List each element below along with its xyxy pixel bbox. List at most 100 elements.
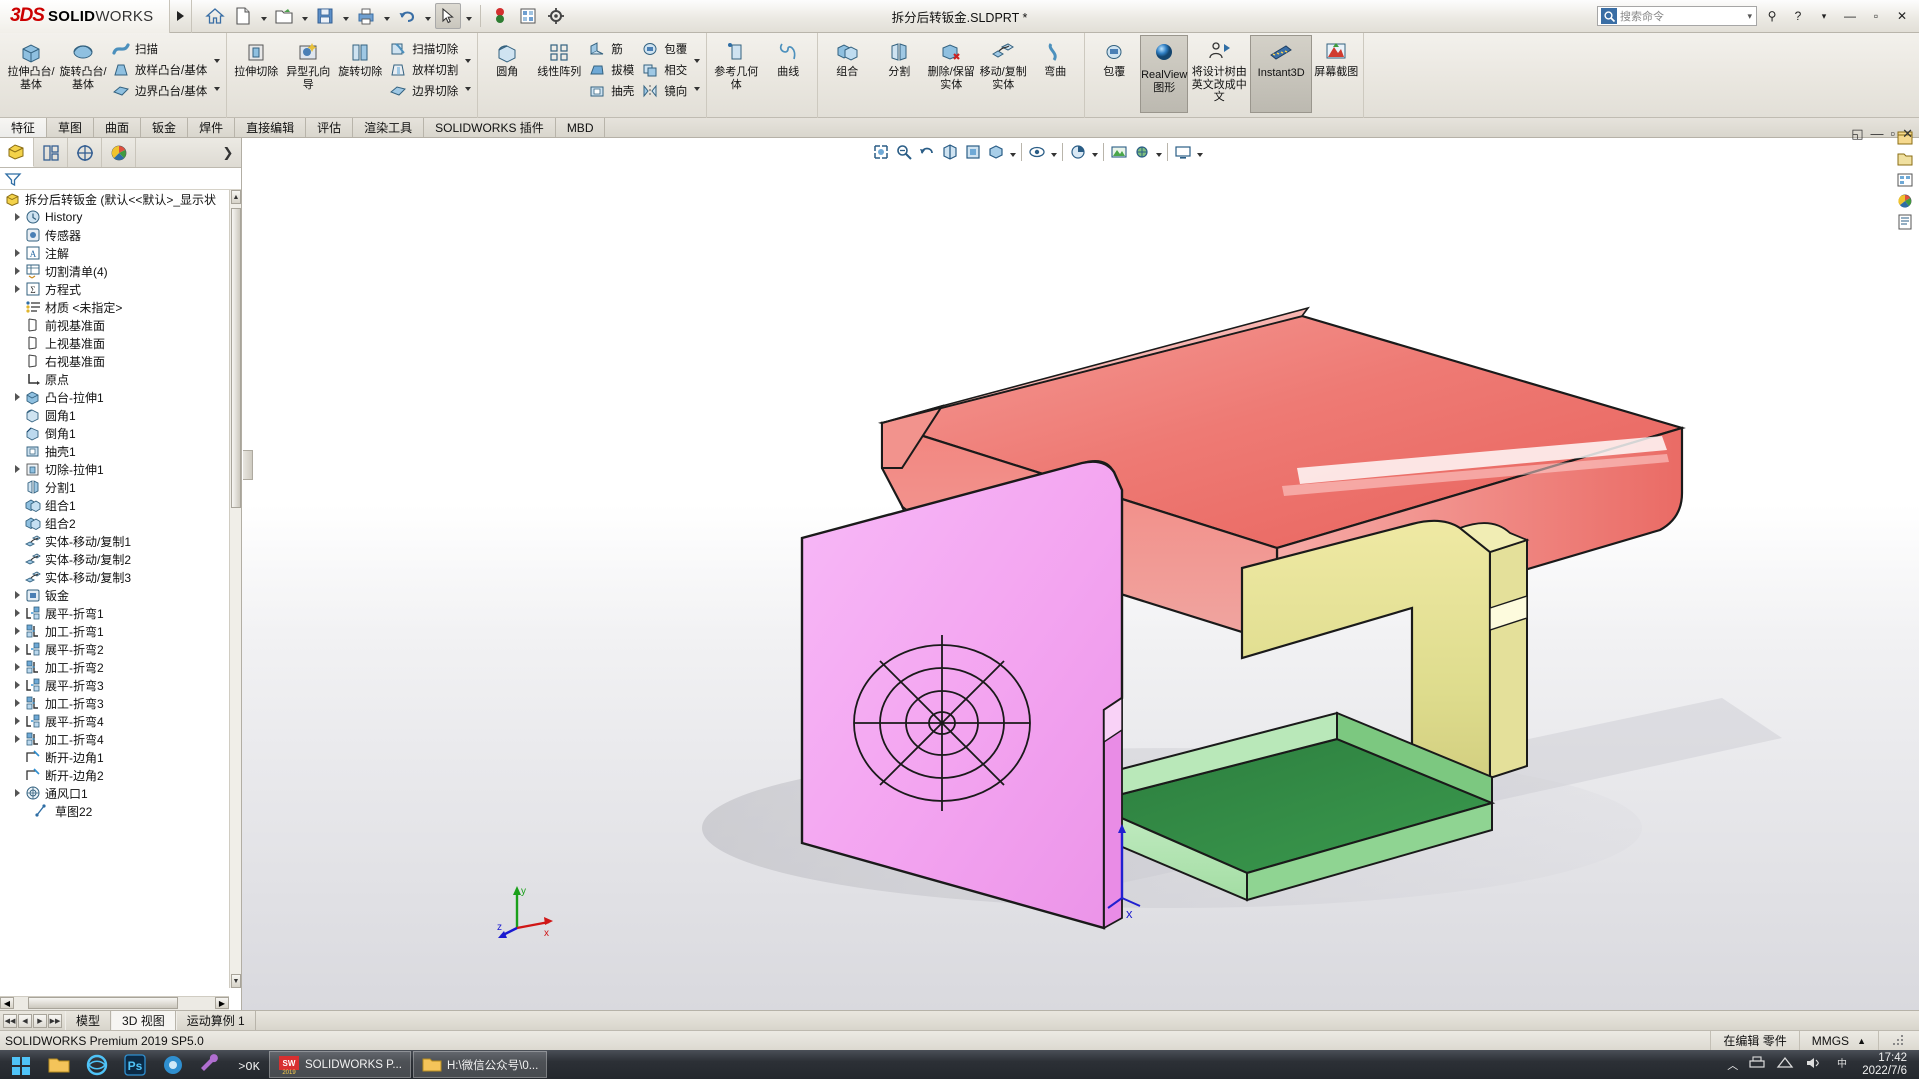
undo-icon[interactable] <box>394 3 420 29</box>
viewport-layout-icon[interactable] <box>1172 141 1194 163</box>
tree-item[interactable]: 实体-移动/复制3 <box>0 568 241 586</box>
tree-expand-arrow-icon[interactable] <box>10 784 24 802</box>
fillet-button[interactable]: 圆角 <box>481 35 533 79</box>
tree-item[interactable]: 组合1 <box>0 496 241 514</box>
bottom-tab-motion-study[interactable]: 运动算例 1 <box>175 1011 256 1030</box>
appearance-dropdown[interactable] <box>1090 141 1099 163</box>
undo-dropdown[interactable] <box>422 3 433 29</box>
status-units[interactable]: MMGS ▲ <box>1798 1030 1878 1051</box>
move-copy-body-button[interactable]: 移动/复制实体 <box>977 35 1029 91</box>
tab-surfaces[interactable]: 曲面 <box>94 118 142 137</box>
minimize-button[interactable]: — <box>1839 5 1861 27</box>
realview-graphics-toggle[interactable]: RealView 图形 <box>1140 35 1189 113</box>
boundary-cut-button[interactable]: 边界切除 <box>386 80 462 101</box>
tree-root-node[interactable]: 拆分后转钣金 (默认<<默认>_显示状 <box>0 190 241 208</box>
tree-item[interactable]: 切除-拉伸1 <box>0 460 241 478</box>
linear-pattern-button[interactable]: 线性阵列 <box>533 35 585 79</box>
revolve-boss-button[interactable]: 旋转凸台/基体 <box>57 35 109 91</box>
tree-expand-arrow-icon[interactable] <box>10 658 24 676</box>
hole-wizard-button[interactable]: 异型孔向导 <box>282 35 334 91</box>
tree-item[interactable]: 抽壳1 <box>0 442 241 460</box>
nav-last-button[interactable]: ▶▶ <box>48 1013 62 1028</box>
previous-view-icon[interactable] <box>916 141 938 163</box>
zoom-to-fit-icon[interactable] <box>870 141 892 163</box>
tree-language-toggle[interactable]: 将设计树由英文改成中文 <box>1188 35 1250 113</box>
gear-icon[interactable] <box>543 3 569 29</box>
tree-item[interactable]: 加工-折弯4 <box>0 730 241 748</box>
tree-item[interactable]: 断开-边角1 <box>0 748 241 766</box>
taskbar-app-folder[interactable]: H:\微信公众号\0... <box>412 1051 548 1078</box>
view-settings-dropdown[interactable] <box>1154 141 1163 163</box>
tree-expand-arrow-icon[interactable] <box>10 586 24 604</box>
tree-item[interactable]: 展平-折弯4 <box>0 712 241 730</box>
tab-mbd[interactable]: MBD <box>556 118 606 137</box>
tab-weldments[interactable]: 焊件 <box>188 118 236 137</box>
tree-vertical-scrollbar[interactable]: ▲ ▼ <box>229 190 241 988</box>
tree-item[interactable]: 右视基准面 <box>0 352 241 370</box>
code-icon[interactable]: >OK <box>230 1050 268 1079</box>
tree-scroll-down-button[interactable]: ▼ <box>231 974 241 988</box>
tree-item[interactable]: 组合2 <box>0 514 241 532</box>
nav-prev-button[interactable]: ◀ <box>18 1013 32 1028</box>
tab-features[interactable]: 特征 <box>0 118 48 137</box>
menu-expand-button[interactable] <box>170 0 192 33</box>
tree-scroll-right-button[interactable]: ▶ <box>215 997 229 1009</box>
tab-sheetmetal[interactable]: 钣金 <box>141 118 189 137</box>
tree-item[interactable]: 上视基准面 <box>0 334 241 352</box>
tree-expand-arrow-icon[interactable] <box>10 244 24 262</box>
instant3d-toggle[interactable]: Instant3D <box>1250 35 1313 113</box>
tree-filter-bar[interactable] <box>0 168 241 190</box>
tree-expand-arrow-icon[interactable] <box>10 604 24 622</box>
cut-dropdown-2[interactable] <box>462 81 474 97</box>
view-settings-icon[interactable] <box>1131 141 1153 163</box>
photoshop-icon[interactable]: Ps <box>116 1050 154 1079</box>
split-button[interactable]: 分割 <box>873 35 925 79</box>
tree-item[interactable]: 凸台-拉伸1 <box>0 388 241 406</box>
property-manager-tab[interactable] <box>34 138 68 167</box>
delete-keep-body-button[interactable]: 删除/保留实体 <box>925 35 977 91</box>
tree-expand-arrow-icon[interactable] <box>10 712 24 730</box>
custom-properties-icon[interactable] <box>1895 212 1915 232</box>
open-dropdown[interactable] <box>299 3 310 29</box>
save-icon[interactable] <box>312 3 338 29</box>
print-icon[interactable] <box>353 3 379 29</box>
bottom-tab-3dviews[interactable]: 3D 视图 <box>111 1011 176 1030</box>
display-style-icon[interactable] <box>985 141 1007 163</box>
maximize-button[interactable]: ▫ <box>1865 5 1887 27</box>
viewport-restore-icon[interactable]: ◱ <box>1851 126 1863 142</box>
tool-icon[interactable] <box>192 1050 230 1079</box>
tray-expand-arrow[interactable]: ︿ <box>1727 1057 1738 1073</box>
tree-expand-arrow-icon[interactable] <box>10 676 24 694</box>
tray-network-icon[interactable] <box>1776 1055 1794 1074</box>
modify-dropdown-2[interactable] <box>691 81 703 97</box>
curves-button[interactable]: 曲线 <box>762 35 814 79</box>
search-commands-box[interactable]: 搜索命令 ▾ <box>1597 6 1757 26</box>
start-icon[interactable] <box>2 1050 40 1079</box>
intersect-button[interactable]: 相交 <box>638 59 691 80</box>
tree-item[interactable]: 加工-折弯2 <box>0 658 241 676</box>
tree-hscroll-thumb[interactable] <box>28 997 178 1009</box>
screenshot-button[interactable]: 屏幕截图 <box>1312 35 1360 113</box>
select-dropdown[interactable] <box>463 3 474 29</box>
tab-sketch[interactable]: 草图 <box>47 118 95 137</box>
display-manager-tab[interactable] <box>102 138 136 167</box>
tree-scroll-left-button[interactable]: ◀ <box>0 997 14 1009</box>
viewport-maximize-icon[interactable]: ▫ <box>1890 126 1895 142</box>
tab-direct-editing[interactable]: 直接编辑 <box>235 118 307 137</box>
viewport-layout-dropdown[interactable] <box>1195 141 1204 163</box>
tree-item[interactable]: 实体-移动/复制2 <box>0 550 241 568</box>
combine-button[interactable]: 组合 <box>821 35 873 79</box>
rib-button[interactable]: 筋 <box>585 38 638 59</box>
media-icon[interactable] <box>154 1050 192 1079</box>
tray-input-method-icon[interactable]: 中 <box>1832 1055 1852 1074</box>
tree-item[interactable]: 展平-折弯1 <box>0 604 241 622</box>
tray-printer-icon[interactable] <box>1748 1055 1766 1074</box>
tree-item[interactable]: 倒角1 <box>0 424 241 442</box>
boundary-boss-button[interactable]: 边界凸台/基体 <box>109 80 211 101</box>
loft-boss-button[interactable]: 放样凸台/基体 <box>109 59 211 80</box>
save-dropdown[interactable] <box>340 3 351 29</box>
extrude-cut-button[interactable]: 拉伸切除 <box>230 35 282 79</box>
tree-expand-arrow-icon[interactable] <box>10 262 24 280</box>
search-dropdown-icon[interactable]: ▾ <box>1747 11 1756 22</box>
tab-solidworks-addins[interactable]: SOLIDWORKS 插件 <box>424 118 556 137</box>
